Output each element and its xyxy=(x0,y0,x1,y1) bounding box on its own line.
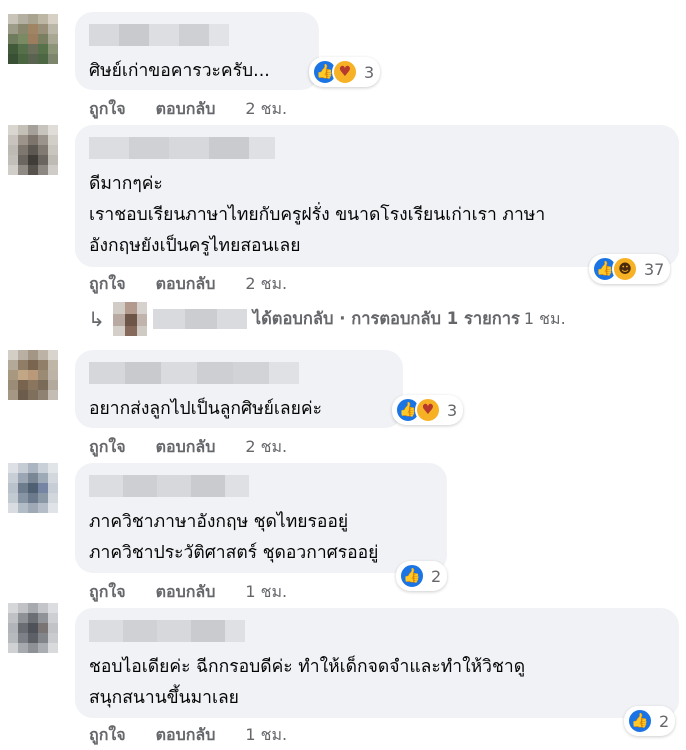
comment-bubble: อยากส่งลูกไปเป็นลูกศิษย์เลยค่ะ xyxy=(75,350,403,428)
comment-text-line-1: ภาควิชาภาษาอังกฤษ ชุดไทยรออยู่ xyxy=(89,512,349,532)
reply-author-name-blurred xyxy=(152,309,247,329)
reaction-count: 3 xyxy=(447,400,458,420)
comment-text-line-1: ดีมากๆค่ะ xyxy=(89,174,163,194)
reply-button[interactable]: ตอบกลับ xyxy=(156,97,216,122)
avatar[interactable] xyxy=(8,14,58,64)
comment-text-line-1: ชอบไอเดียค่ะ ฉีกกรอบดีค่ะ ทำให้เด็กจดจำแ… xyxy=(89,657,526,677)
author-name-blurred[interactable] xyxy=(89,362,389,384)
avatar[interactable] xyxy=(8,350,58,400)
reply-button[interactable]: ตอบกลับ xyxy=(156,723,216,748)
comment-bubble: ดีมากๆค่ะ เราชอบเรียนภาษาไทยกับครูฝรั่ง … xyxy=(75,125,679,267)
reply-button[interactable]: ตอบกลับ xyxy=(156,435,216,460)
comment-actions: ถูกใจ ตอบกลับ 2 ชม. xyxy=(89,97,287,122)
author-name-blurred[interactable] xyxy=(89,475,433,497)
comment-bubble: ชอบไอเดียค่ะ ฉีกกรอบดีค่ะ ทำให้เด็กจดจำแ… xyxy=(75,608,679,718)
reply-arrow-icon: ↳ xyxy=(88,307,105,331)
care-hug-icon: ♥ xyxy=(332,59,358,85)
comment-text: ศิษย์เก่าขอคารวะครับ... xyxy=(89,61,270,81)
reaction-summary[interactable]: 👍 2 xyxy=(624,706,676,736)
reaction-summary[interactable]: 👍 2 xyxy=(396,561,448,591)
reply-button[interactable]: ตอบกลับ xyxy=(156,580,216,605)
author-name-blurred[interactable] xyxy=(89,137,665,159)
comment-actions: ถูกใจ ตอบกลับ 1 ชม. xyxy=(89,723,287,748)
haha-laugh-icon: ☻ xyxy=(612,256,638,282)
reply-summary-text: ได้ตอบกลับ · การตอบกลับ 1 รายการ xyxy=(252,309,520,328)
comment-text-line-2: สนุกสนานขึ้นมาเลย xyxy=(89,688,239,708)
comment-text-line-2: เราชอบเรียนภาษาไทยกับครูฝรั่ง ขนาดโรงเรี… xyxy=(89,205,546,225)
comment-text-line-3: อังกฤษยังเป็นครูไทยสอนเลย xyxy=(89,236,301,256)
thumbs-up-icon: 👍 xyxy=(399,563,425,589)
like-button[interactable]: ถูกใจ xyxy=(89,97,126,122)
like-button[interactable]: ถูกใจ xyxy=(89,580,126,605)
author-name-blurred[interactable] xyxy=(89,24,305,46)
thumbs-up-icon: 👍 xyxy=(627,708,653,734)
reply-author-avatar xyxy=(112,302,147,336)
reaction-count: 2 xyxy=(659,711,670,731)
avatar[interactable] xyxy=(8,125,58,175)
comment-time[interactable]: 1 ชม. xyxy=(245,723,287,748)
care-hug-icon: ♥ xyxy=(415,397,441,423)
avatar[interactable] xyxy=(8,463,58,513)
comment-text-line-2: ภาควิชาประวัติศาสตร์ ชุดอวกาศรออยู่ xyxy=(89,543,379,563)
reaction-count: 3 xyxy=(364,62,375,82)
avatar[interactable] xyxy=(8,603,58,653)
comment-actions: ถูกใจ ตอบกลับ 2 ชม. xyxy=(89,435,287,460)
like-button[interactable]: ถูกใจ xyxy=(89,723,126,748)
comment-time[interactable]: 2 ชม. xyxy=(245,435,287,460)
comment-time[interactable]: 1 ชม. xyxy=(245,580,287,605)
comment-bubble: ศิษย์เก่าขอคารวะครับ... xyxy=(75,12,319,90)
comment-actions: ถูกใจ ตอบกลับ 1 ชม. xyxy=(89,580,287,605)
reaction-summary[interactable]: 👍 ♥ 3 xyxy=(309,57,381,87)
comment-bubble: ภาควิชาภาษาอังกฤษ ชุดไทยรออยู่ ภาควิชาปร… xyxy=(75,463,447,573)
reply-time: 1 ชม. xyxy=(523,308,566,328)
reaction-count: 37 xyxy=(644,259,665,279)
author-name-blurred[interactable] xyxy=(89,620,665,642)
replies-summary[interactable]: ↳ ได้ตอบกลับ · การตอบกลับ 1 รายการ 1 ชม. xyxy=(88,294,566,344)
reaction-summary[interactable]: 👍 ♥ 3 xyxy=(392,395,464,425)
comment-time[interactable]: 2 ชม. xyxy=(245,97,287,122)
like-button[interactable]: ถูกใจ xyxy=(89,435,126,460)
comment-text: อยากส่งลูกไปเป็นลูกศิษย์เลยค่ะ xyxy=(89,399,322,419)
reaction-count: 2 xyxy=(431,566,442,586)
reaction-summary[interactable]: 👍 ☻ 37 xyxy=(589,254,671,284)
